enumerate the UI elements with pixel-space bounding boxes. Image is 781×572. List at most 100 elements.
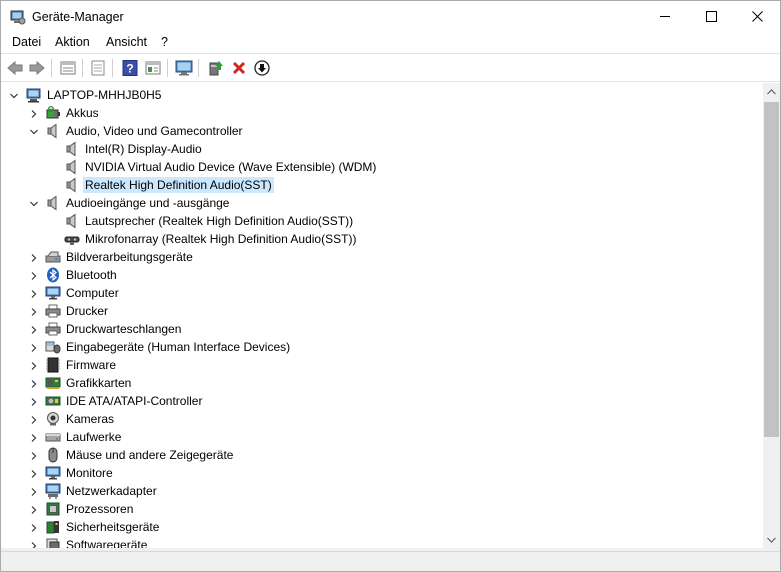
tree-root[interactable]: LAPTOP-MHHJB0H5 [2,86,742,104]
vertical-scrollbar[interactable] [763,83,780,548]
minimize-button[interactable] [642,1,688,31]
tree-category-row[interactable]: IDE ATA/ATAPI-Controller [2,392,742,410]
tree-node-label[interactable]: Intel(R) Display-Audio [83,141,204,157]
chevron-right-icon[interactable] [29,486,39,496]
menu-datei[interactable]: Datei [11,35,42,50]
tree-category-row[interactable]: Kameras [2,410,742,428]
tree-device-row[interactable]: Intel(R) Display-Audio [2,140,742,158]
tree-category-row[interactable]: Monitore [2,464,742,482]
tree-node-label[interactable]: NVIDIA Virtual Audio Device (Wave Extens… [83,159,378,175]
tree-node-label[interactable]: Akkus [64,105,101,121]
scroll-up-icon[interactable] [763,83,780,100]
chevron-right-icon[interactable] [29,504,39,514]
scan-hardware-button[interactable] [173,57,195,79]
tree-node-label[interactable]: Drucker [64,303,110,319]
update-driver-button[interactable] [205,57,227,79]
tree-category-row[interactable]: Audioeingänge und -ausgänge [2,194,742,212]
tree-node-label[interactable]: Firmware [64,357,118,373]
chevron-right-icon[interactable] [29,378,39,388]
chevron-right-icon[interactable] [29,306,39,316]
chevron-right-icon[interactable] [29,324,39,334]
tree-node-label[interactable]: Prozessoren [64,501,135,517]
chevron-down-icon[interactable] [9,90,19,100]
tree-category-row[interactable]: Prozessoren [2,500,742,518]
security-device-icon [45,519,61,535]
chevron-right-icon[interactable] [29,432,39,442]
tree-category-row[interactable]: Eingabegeräte (Human Interface Devices) [2,338,742,356]
chevron-down-icon[interactable] [29,198,39,208]
chevron-right-icon[interactable] [29,396,39,406]
tree-category-row[interactable]: Bildverarbeitungsgeräte [2,248,742,266]
tree-node-label[interactable]: Realtek High Definition Audio(SST) [83,177,274,193]
tree-node-label[interactable]: Bluetooth [64,267,119,283]
uninstall-device-button[interactable] [228,57,250,79]
tree-category-row[interactable]: Drucker [2,302,742,320]
tree-node-label[interactable]: Monitore [64,465,115,481]
tree-node-label[interactable]: Audio, Video und Gamecontroller [64,123,245,139]
tree-device-row[interactable]: NVIDIA Virtual Audio Device (Wave Extens… [2,158,742,176]
tree-node-label[interactable]: Mikrofonarray (Realtek High Definition A… [83,231,358,247]
tree-node-label[interactable]: Grafikkarten [64,375,133,391]
tree-category-row[interactable]: Grafikkarten [2,374,742,392]
chevron-right-icon[interactable] [29,360,39,370]
maximize-button[interactable] [688,1,734,31]
chevron-right-icon[interactable] [29,468,39,478]
chevron-right-icon[interactable] [29,450,39,460]
tree-node-label[interactable]: IDE ATA/ATAPI-Controller [64,393,204,409]
tree-category-row[interactable]: Firmware [2,356,742,374]
tree-node-label[interactable]: Kameras [64,411,116,427]
tree-node-label[interactable]: Sicherheitsgeräte [64,519,161,535]
tree-node-label[interactable]: Computer [64,285,121,301]
tree-node-label[interactable]: Eingabegeräte (Human Interface Devices) [64,339,292,355]
tree-device-row[interactable]: Lautsprecher (Realtek High Definition Au… [2,212,742,230]
tree-node-label[interactable]: Lautsprecher (Realtek High Definition Au… [83,213,355,229]
tree-category-row[interactable]: Akkus [2,104,742,122]
chevron-right-icon[interactable] [29,252,39,262]
tree-category-row[interactable]: Audio, Video und Gamecontroller [2,122,742,140]
help-button[interactable]: ? [119,57,141,79]
forward-button[interactable] [26,57,48,79]
chevron-down-icon[interactable] [29,126,39,136]
device-tree[interactable]: LAPTOP-MHHJB0H5 Akkus Audio, Video und Ga… [2,83,763,548]
toolbar-separator [112,59,113,77]
document-button[interactable] [87,57,109,79]
tree-node-label[interactable]: Softwaregeräte [64,537,149,548]
chevron-right-icon[interactable] [29,414,39,424]
tree-node-label[interactable]: Audioeingänge und -ausgänge [64,195,231,211]
printer-icon [45,321,61,337]
menu-aktion[interactable]: Aktion [54,35,91,50]
tree-device-row[interactable]: Mikrofonarray (Realtek High Definition A… [2,230,742,248]
tree-category-row[interactable]: Computer [2,284,742,302]
menu-ansicht[interactable]: Ansicht [105,35,148,50]
tree-node-label[interactable]: Bildverarbeitungsgeräte [64,249,195,265]
tree-node-label[interactable]: Druckwarteschlangen [64,321,183,337]
close-button[interactable] [734,1,780,31]
chevron-right-icon[interactable] [29,540,39,548]
scroll-down-icon[interactable] [763,531,780,548]
chevron-right-icon[interactable] [29,108,39,118]
maximize-icon [705,10,717,22]
tree-category-row[interactable]: Bluetooth [2,266,742,284]
tree-device-row[interactable]: Realtek High Definition Audio(SST) [2,176,742,194]
disable-device-button[interactable] [251,57,273,79]
tree-category-row[interactable]: Sicherheitsgeräte [2,518,742,536]
chevron-right-icon[interactable] [29,288,39,298]
view-panel-button[interactable] [142,57,164,79]
tree-category-row[interactable]: Mäuse und andere Zeigegeräte [2,446,742,464]
tree-category-row[interactable]: Softwaregeräte [2,536,742,548]
scrollbar-thumb[interactable] [764,102,779,437]
back-button[interactable] [4,57,26,79]
speaker-icon [45,195,61,211]
tree-node-label[interactable]: Mäuse und andere Zeigegeräte [64,447,235,463]
chevron-right-icon[interactable] [29,522,39,532]
tree-category-row[interactable]: Laufwerke [2,428,742,446]
chevron-right-icon[interactable] [29,342,39,352]
tree-category-row[interactable]: Druckwarteschlangen [2,320,742,338]
title-bar[interactable]: Geräte-Manager [1,1,780,32]
chevron-right-icon[interactable] [29,270,39,280]
tree-node-label[interactable]: Laufwerke [64,429,123,445]
properties-button[interactable] [57,57,79,79]
tree-node-label[interactable]: Netzwerkadapter [64,483,159,499]
tree-category-row[interactable]: Netzwerkadapter [2,482,742,500]
menu-help[interactable]: ? [160,35,169,50]
